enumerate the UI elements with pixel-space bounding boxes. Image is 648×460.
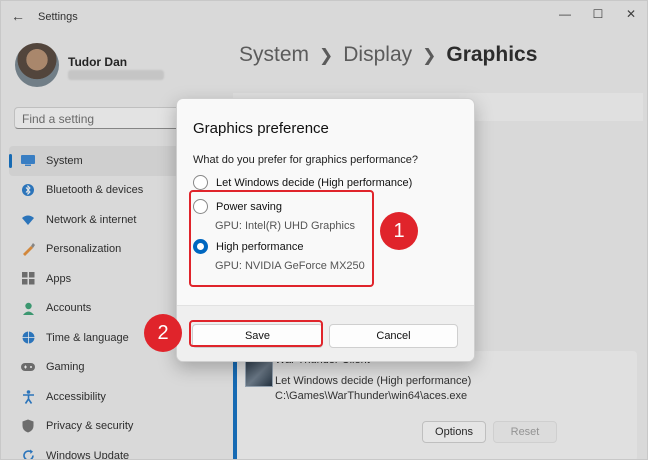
annotation-callout-2: 2 [144,314,182,352]
annotation-highlight-options [189,190,374,287]
dialog-title: Graphics preference [193,120,329,137]
dialog-question: What do you prefer for graphics performa… [193,154,419,166]
radio-let-windows-decide[interactable]: Let Windows decide (High performance) [193,175,412,190]
settings-window: ← Settings — ☐ ✕ Tudor Dan Find a settin… [0,0,648,460]
radio-button[interactable] [193,175,208,190]
annotation-highlight-save [189,320,323,347]
annotation-callout-1: 1 [380,212,418,250]
cancel-button[interactable]: Cancel [329,324,458,348]
radio-label: Let Windows decide (High performance) [216,176,413,189]
